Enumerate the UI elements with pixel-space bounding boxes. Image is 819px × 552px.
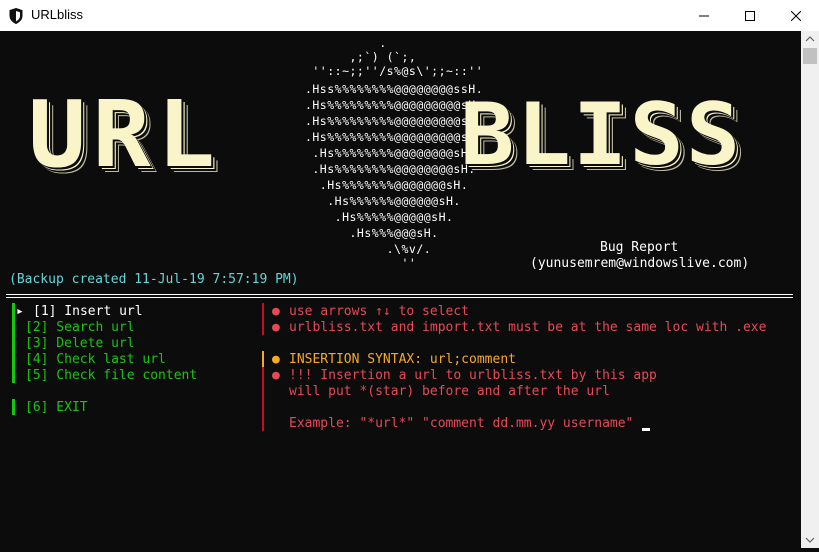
scroll-thumb[interactable] bbox=[803, 48, 817, 64]
bullet-icon: ● bbox=[272, 320, 280, 335]
vertical-scrollbar[interactable] bbox=[801, 31, 819, 548]
menu-item-insert-url[interactable]: [1] Insert url bbox=[33, 304, 143, 320]
scroll-up-icon bbox=[805, 36, 815, 42]
ascii-line: '' bbox=[253, 256, 417, 270]
ascii-line: .Hs%%%%%%%%%@@@@@@@@@sH. bbox=[253, 98, 484, 112]
window-title: URLbliss bbox=[31, 7, 84, 22]
menu-item-search-url[interactable]: [2] Search url bbox=[25, 320, 135, 336]
menu-item-check-last-url[interactable]: [4] Check last url bbox=[25, 352, 166, 368]
info-file-location: urlbliss.txt and import.txt must be at t… bbox=[289, 320, 767, 335]
minimize-icon bbox=[699, 15, 709, 16]
ascii-line: .Hs%%%%%%@@@@@@sH. bbox=[253, 194, 461, 208]
menu-rail bbox=[12, 303, 15, 383]
menu-rail bbox=[12, 399, 15, 415]
backup-status: (Backup created 11-Jul-19 7:57:19 PM) bbox=[9, 272, 299, 287]
title-bar[interactable]: URLbliss bbox=[0, 0, 819, 32]
ascii-line: .Hs%%%%%%%@@@@@@@sH. bbox=[253, 178, 469, 192]
scroll-down-button[interactable] bbox=[801, 531, 819, 548]
ascii-line: .Hs%%%%%%%%%@@@@@@@@@sH. bbox=[253, 130, 484, 144]
info-warning-line1: !!! Insertion a url to urlbliss.txt by t… bbox=[289, 368, 657, 383]
menu-item-check-file-content[interactable]: [5] Check file content bbox=[25, 368, 197, 384]
separator-line bbox=[6, 297, 793, 298]
info-rail bbox=[262, 303, 264, 335]
console-output[interactable]: . ,;`) (`;, ''::~;;''/s%@s\';;~::'' .Hss… bbox=[0, 31, 801, 548]
info-example: Example: "*url*" "comment dd.mm.yy usern… bbox=[289, 416, 634, 431]
ascii-line: .Hs%%%@@@sH. bbox=[253, 226, 439, 240]
selection-pointer-icon: ▸ bbox=[16, 304, 24, 319]
separator-line bbox=[6, 294, 793, 295]
menu-item-exit[interactable]: [6] EXIT bbox=[25, 400, 88, 416]
ascii-line: .Hss%%%%%%%%@@@@@@@@ssH. bbox=[253, 82, 484, 96]
menu-item-delete-url[interactable]: [3] Delete url bbox=[25, 336, 135, 352]
maximize-button[interactable] bbox=[727, 0, 773, 31]
banner-url: URL bbox=[28, 81, 222, 188]
info-warning-line2: will put *(star) before and after the ur… bbox=[289, 384, 610, 399]
bullet-icon: ● bbox=[272, 368, 280, 383]
text-cursor bbox=[642, 428, 650, 431]
console-window: URLbliss . ,;`) (`;, ''::~;;''/s%@s\';;~… bbox=[0, 0, 819, 548]
ascii-line: .Hs%%%%%@@@@@sH. bbox=[253, 210, 454, 224]
minimize-button[interactable] bbox=[681, 0, 727, 31]
scroll-up-button[interactable] bbox=[801, 31, 819, 48]
ascii-line: .Hs%%%%%%%%@@@@@@@@sH. bbox=[253, 162, 476, 176]
info-arrows-hint: use arrows ↑↓ to select bbox=[289, 304, 470, 319]
ascii-line: ''::~;;''/s%@s\';;~::'' bbox=[253, 64, 484, 78]
info-rail-highlight bbox=[262, 351, 264, 367]
bullet-icon: ● bbox=[272, 352, 280, 367]
close-button[interactable] bbox=[773, 0, 819, 31]
info-insertion-syntax: INSERTION SYNTAX: url;comment bbox=[289, 352, 516, 367]
bug-report-email: (yunusemrem@windowslive.com) bbox=[530, 256, 750, 271]
scroll-down-icon bbox=[805, 537, 815, 543]
ascii-line: .Hs%%%%%%%%%@@@@@@@@@sH. bbox=[253, 114, 484, 128]
banner-bliss: BLISS bbox=[460, 85, 743, 185]
bullet-icon: ● bbox=[272, 304, 280, 319]
ascii-line: .Hs%%%%%%%%@@@@@@@@sH. bbox=[253, 146, 476, 160]
shield-icon bbox=[9, 8, 23, 24]
bug-report-label: Bug Report bbox=[600, 240, 679, 255]
maximize-icon bbox=[745, 10, 755, 21]
close-icon bbox=[791, 10, 801, 21]
